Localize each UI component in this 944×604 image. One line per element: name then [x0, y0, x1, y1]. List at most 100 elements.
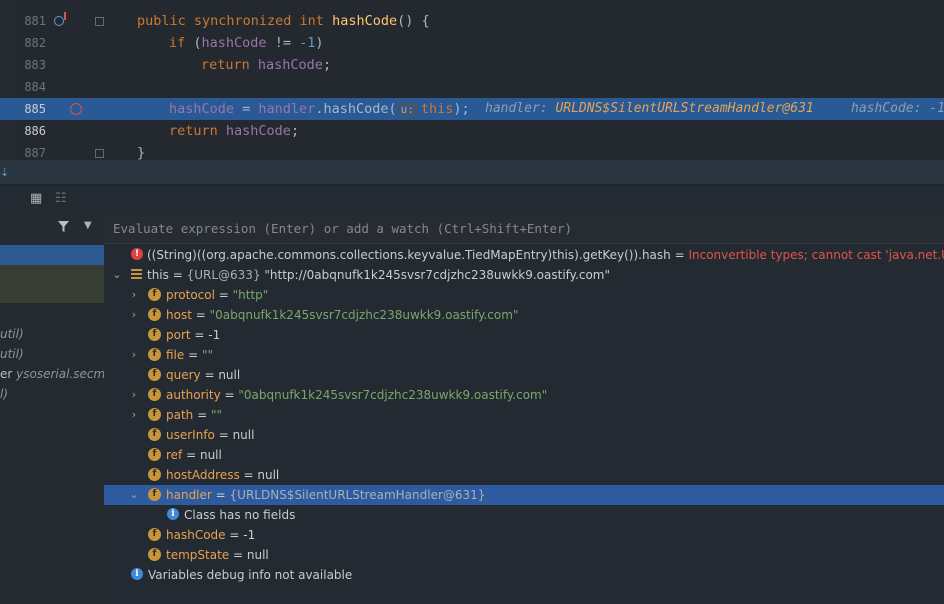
frame-item[interactable]: util)	[0, 347, 24, 361]
variable-equals: =	[214, 428, 233, 442]
variable-row-port[interactable]: f port = -1	[104, 325, 944, 345]
expand-arrow-icon[interactable]: ›	[129, 305, 139, 325]
frame-library[interactable]	[0, 265, 104, 303]
variable-equals: =	[190, 328, 209, 342]
variable-row-handler-child[interactable]: i Class has no fields	[104, 505, 944, 525]
code-text: }	[137, 145, 146, 160]
variable-type: {URL@633}	[186, 268, 265, 282]
variable-row-tempstate[interactable]: f tempState = null	[104, 545, 944, 565]
frames-filter-row: ▼	[0, 214, 104, 243]
code-line-886[interactable]: 886 return hashCode;	[0, 120, 944, 142]
code-text: ;	[322, 57, 332, 73]
variable-name: hashCode	[166, 528, 226, 542]
variable-name: ref	[166, 448, 183, 462]
expand-arrow-icon[interactable]: ›	[129, 285, 139, 305]
error-icon: !	[131, 248, 143, 260]
breakpoint-icon[interactable]	[70, 103, 82, 115]
line-number: 884	[24, 80, 46, 94]
variable-equals: =	[214, 288, 233, 302]
fold-marker-icon[interactable]	[95, 17, 104, 26]
code-line-885-execution-point[interactable]: 885 hashCode = handler.hashCode(u: this);…	[0, 98, 944, 120]
code-method-name: hashCode	[332, 13, 398, 29]
variable-equals: =	[184, 348, 202, 362]
field-icon: f	[148, 488, 161, 501]
fold-marker-icon[interactable]	[95, 149, 104, 158]
code-field: handler	[258, 101, 316, 117]
variable-value: "http"	[232, 288, 269, 302]
variable-value: null	[218, 368, 241, 382]
frame-item[interactable]: util)	[0, 327, 24, 341]
filter-icon[interactable]	[57, 220, 70, 237]
table-view-icon[interactable]: ▦	[30, 191, 42, 206]
variable-row-path[interactable]: › f path = ""	[104, 405, 944, 425]
expand-arrow-icon[interactable]: ⌄	[112, 265, 122, 285]
variable-row-this[interactable]: ⌄ this = {URL@633} "http://0abqnufk1k245…	[104, 265, 944, 285]
variable-name: authority	[166, 388, 221, 402]
line-number: 882	[24, 36, 46, 50]
field-icon: f	[148, 528, 161, 541]
variable-name: host	[166, 308, 192, 322]
evaluate-expression-input[interactable]	[110, 218, 936, 238]
chevron-down-icon[interactable]: ▼	[84, 220, 92, 231]
debug-info-row[interactable]: i Variables debug info not available	[104, 565, 944, 585]
variable-row-ref[interactable]: f ref = null	[104, 445, 944, 465]
variable-row-hostaddress[interactable]: f hostAddress = null	[104, 465, 944, 485]
info-icon: i	[131, 568, 143, 580]
expand-arrow-icon[interactable]: ›	[129, 345, 139, 365]
code-line-887[interactable]: 887 }	[0, 142, 944, 160]
frame-location: ysoserial.secmgr,	[16, 367, 104, 381]
variable-value: null	[257, 468, 280, 482]
code-text: !=	[266, 35, 300, 51]
frame-item[interactable]: er ysoserial.secmgr,	[0, 367, 104, 381]
code-text: (	[193, 35, 202, 51]
variable-row-authority[interactable]: › f authority = "0abqnufk1k245svsr7cdjzh…	[104, 385, 944, 405]
settings-grid-icon[interactable]: ☷	[55, 191, 67, 206]
variable-value: -1	[208, 328, 221, 342]
variable-row-hashcode[interactable]: f hashCode = -1	[104, 525, 944, 545]
watch-error-message: Inconvertible types; cannot cast 'java.n…	[688, 248, 944, 262]
code-editor[interactable]: 881 public synchronized int hashCode() {…	[0, 0, 944, 160]
variable-row-query[interactable]: f query = null	[104, 365, 944, 385]
code-line-883[interactable]: 883 return hashCode;	[0, 54, 944, 76]
variable-equals: =	[200, 368, 219, 382]
frame-selected[interactable]	[0, 245, 104, 265]
code-line-882[interactable]: 882 if (hashCode != -1)	[0, 32, 944, 54]
variable-name: protocol	[166, 288, 215, 302]
code-line-881[interactable]: 881 public synchronized int hashCode() {	[0, 10, 944, 32]
field-icon: f	[148, 328, 161, 341]
expand-arrow-icon[interactable]: ⌄	[129, 485, 139, 505]
code-line-884[interactable]: 884	[0, 76, 944, 98]
line-number: 881	[24, 14, 46, 28]
expand-arrow-icon[interactable]: ›	[129, 385, 139, 405]
overrides-method-icon[interactable]	[54, 12, 66, 26]
variable-row-protocol[interactable]: › f protocol = "http"	[104, 285, 944, 305]
object-icon	[131, 269, 142, 280]
variable-equals: =	[191, 308, 210, 322]
variable-value: -1	[243, 528, 256, 542]
frame-item[interactable]: l)	[0, 387, 8, 401]
variable-value: "http://0abqnufk1k245svsr7cdjzhc238uwkk9…	[264, 268, 611, 282]
variable-name: userInfo	[166, 428, 215, 442]
variable-value: ""	[210, 408, 223, 422]
step-into-icon[interactable]: ⇣	[0, 166, 9, 179]
code-keyword: this	[420, 101, 454, 117]
variable-row-host[interactable]: › f host = "0abqnufk1k245svsr7cdjzhc238u…	[104, 305, 944, 325]
variable-value: "0abqnufk1k245svsr7cdjzhc238uwkk9.oastif…	[238, 388, 548, 402]
frames-panel: ▼ util) util) er ysoserial.secmgr, l)	[0, 214, 104, 604]
code-keyword: return	[169, 123, 226, 139]
variable-row-file[interactable]: › f file = ""	[104, 345, 944, 365]
inline-debug-value-handler[interactable]: handler: URLDNS$SilentURLStreamHandler@6…	[485, 98, 814, 120]
code-text: );	[453, 101, 470, 117]
variable-name: file	[166, 348, 185, 362]
parameter-name-hint: u:	[396, 102, 418, 117]
variable-row-userinfo[interactable]: f userInfo = null	[104, 425, 944, 445]
variable-value: null	[246, 548, 269, 562]
variable-row-handler-selected[interactable]: ⌄ f handler = {URLDNS$SilentURLStreamHan…	[104, 485, 944, 505]
debugger-toolbar: ▦ ☷	[0, 186, 944, 214]
variable-equals: =	[193, 408, 211, 422]
inline-debug-value-hashcode[interactable]: hashCode: -1	[851, 98, 944, 120]
code-text: () {	[397, 13, 430, 29]
tool-window-divider[interactable]: ⇣	[0, 160, 944, 184]
expand-arrow-icon[interactable]: ›	[129, 405, 139, 425]
watch-error-row[interactable]: ! ((String)((org.apache.commons.collecti…	[104, 245, 944, 265]
